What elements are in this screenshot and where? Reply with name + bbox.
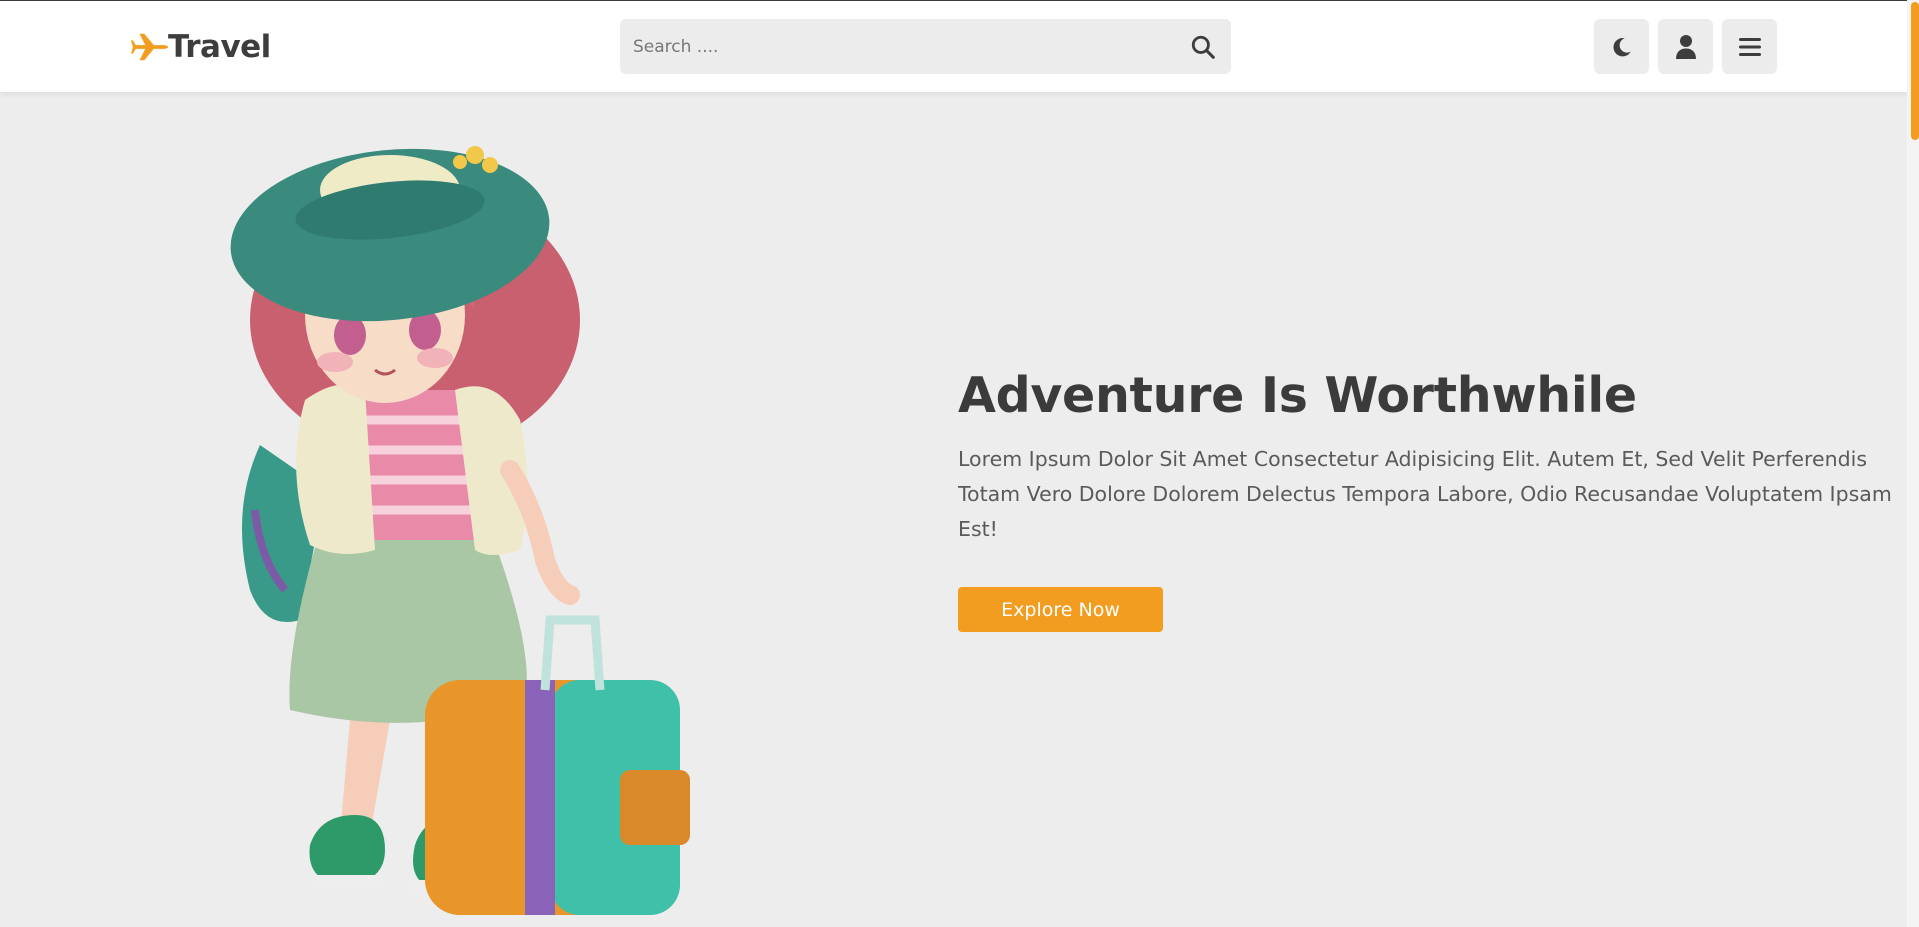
girl-with-suitcase-illustration	[230, 146, 690, 915]
site-header: Travel	[0, 1, 1907, 92]
hero-description: Lorem Ipsum Dolor Sit Amet Consectetur A…	[958, 447, 1892, 541]
explore-now-button[interactable]: Explore Now	[958, 587, 1163, 632]
hero-section: Adventure Is Worthwhile Lorem Ipsum Dolo…	[958, 360, 1898, 632]
search-icon	[1191, 35, 1215, 59]
theme-toggle-button[interactable]	[1594, 19, 1649, 74]
scrollbar-thumb[interactable]	[1911, 2, 1919, 140]
search-input[interactable]	[620, 19, 1175, 74]
user-icon	[1675, 34, 1696, 59]
menu-icon	[1738, 37, 1761, 56]
account-button[interactable]	[1658, 19, 1713, 74]
logo[interactable]: Travel	[131, 25, 271, 69]
logo-text: Travel	[168, 29, 271, 65]
moon-icon	[1612, 37, 1631, 56]
menu-button[interactable]	[1722, 19, 1777, 74]
plane-icon	[131, 33, 169, 61]
search-button[interactable]	[1175, 19, 1231, 74]
hero-title: Adventure Is Worthwhile	[958, 367, 1637, 424]
search-bar	[620, 19, 1231, 74]
